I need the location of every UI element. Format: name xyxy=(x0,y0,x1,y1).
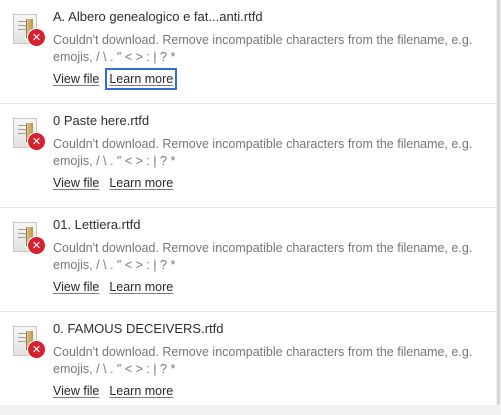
download-filename: A. Albero genealogico e fat...anti.rtfd xyxy=(53,9,263,24)
rtfd-document-icon: ✕ xyxy=(11,325,46,359)
download-item: ✕ 0 Paste here.rtfd Couldn't download. R… xyxy=(0,104,496,208)
download-actions: View file Learn more xyxy=(53,174,175,192)
download-error-message: Couldn't download. Remove incompatible c… xyxy=(53,241,473,272)
download-filename: 0. FAMOUS DECEIVERS.rtfd xyxy=(53,321,224,336)
rtfd-document-icon: ✕ xyxy=(11,13,46,47)
learn-more-link[interactable]: Learn more xyxy=(107,382,175,400)
download-actions: View file Learn more xyxy=(53,278,175,296)
learn-more-link[interactable]: Learn more xyxy=(107,278,175,296)
download-actions: View file Learn more xyxy=(53,382,175,400)
learn-more-link[interactable]: Learn more xyxy=(107,174,175,192)
view-file-link[interactable]: View file xyxy=(51,382,101,400)
download-error-icon: ✕ xyxy=(27,236,46,255)
rtfd-document-icon: ✕ xyxy=(11,221,46,255)
download-actions: View file Learn more xyxy=(51,68,178,90)
rtfd-document-icon: ✕ xyxy=(11,117,46,151)
download-item: ✕ 0. FAMOUS DECEIVERS.rtfd Couldn't down… xyxy=(0,312,496,405)
scrollbar-thumb[interactable] xyxy=(497,0,500,405)
download-error-message: Couldn't download. Remove incompatible c… xyxy=(53,33,473,64)
download-error-message: Couldn't download. Remove incompatible c… xyxy=(53,137,473,168)
view-file-link[interactable]: View file xyxy=(51,70,101,88)
download-item: ✕ A. Albero genealogico e fat...anti.rtf… xyxy=(0,0,496,104)
download-filename: 0 Paste here.rtfd xyxy=(53,113,150,128)
download-error-message: Couldn't download. Remove incompatible c… xyxy=(53,345,473,376)
view-file-link[interactable]: View file xyxy=(51,278,101,296)
downloads-panel: ✕ A. Albero genealogico e fat...anti.rtf… xyxy=(0,0,496,405)
view-file-link[interactable]: View file xyxy=(51,174,101,192)
download-error-icon: ✕ xyxy=(27,28,46,47)
download-item: ✕ 01. Lettiera.rtfd Couldn't download. R… xyxy=(0,208,496,312)
download-error-icon: ✕ xyxy=(27,340,46,359)
download-error-icon: ✕ xyxy=(27,132,46,151)
download-filename: 01. Lettiera.rtfd xyxy=(53,217,141,232)
bottom-edge xyxy=(0,405,501,415)
learn-more-link[interactable]: Learn more xyxy=(105,68,178,90)
